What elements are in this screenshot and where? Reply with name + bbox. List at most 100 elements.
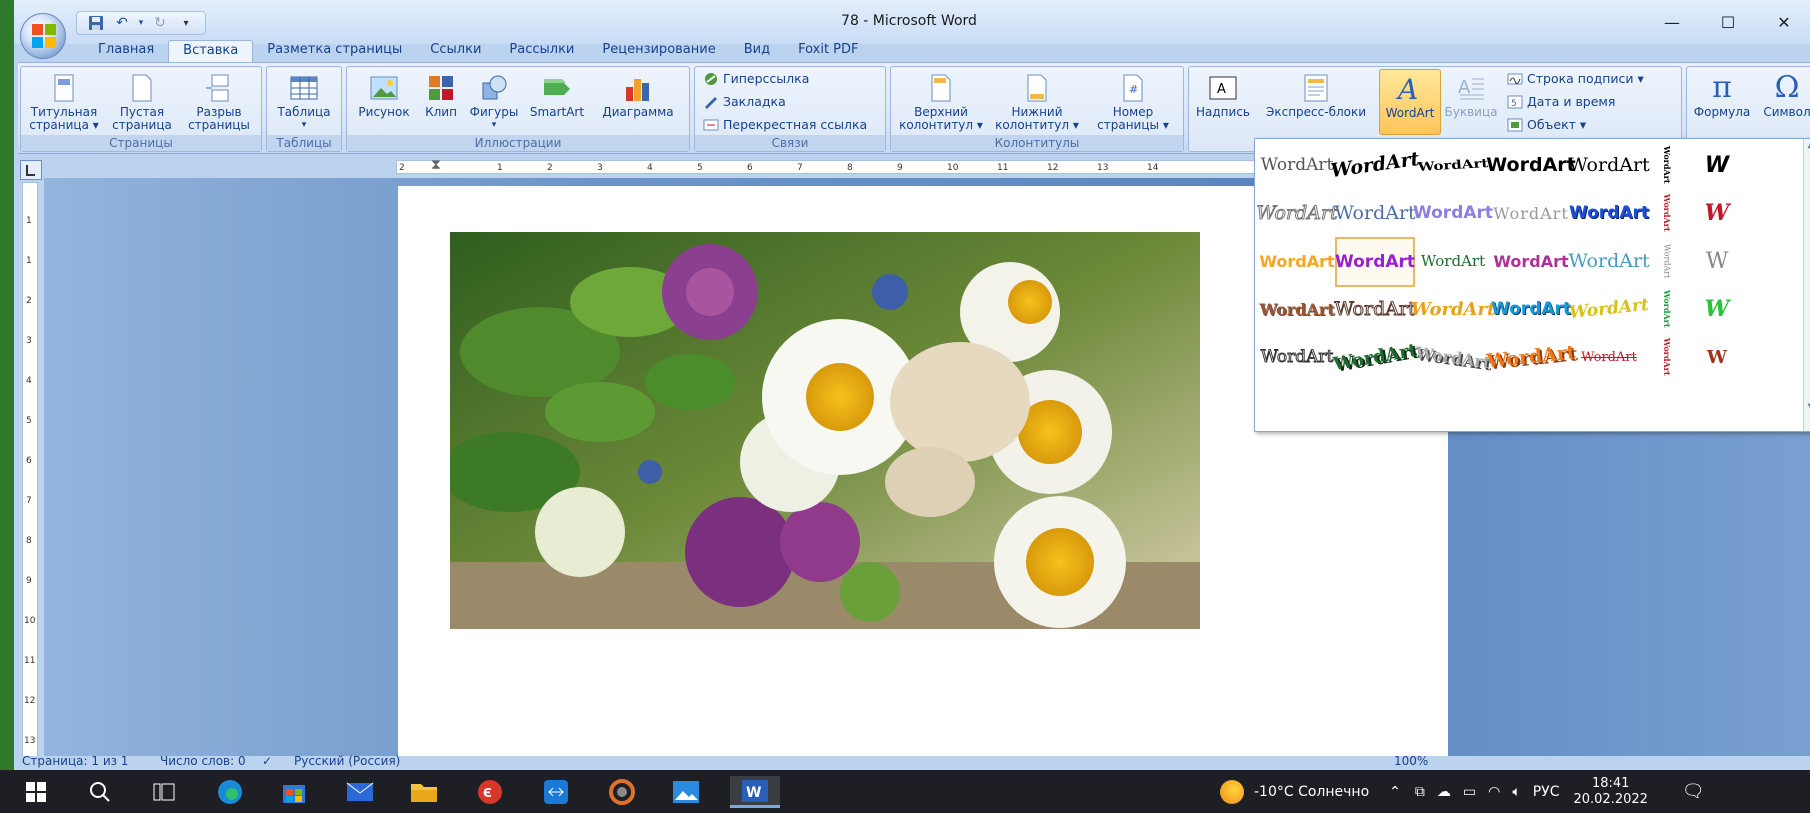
- wordart-style-3[interactable]: WordArt: [1414, 145, 1493, 184]
- wordart-style-31[interactable]: WordArt: [1412, 330, 1493, 384]
- battery-icon[interactable]: ▭: [1463, 784, 1476, 800]
- equation-button[interactable]: π Формула: [1689, 73, 1755, 119]
- wordart-style-13[interactable]: WordArt: [1647, 191, 1687, 235]
- network-adapter-icon[interactable]: ⧉: [1415, 784, 1425, 800]
- wordart-style-25[interactable]: WordArt: [1491, 287, 1571, 331]
- cross-reference-button[interactable]: Перекрестная ссылка: [703, 117, 867, 132]
- undo-dropdown-icon[interactable]: ▾: [137, 13, 145, 33]
- wordart-style-2[interactable]: WordArt: [1329, 138, 1420, 192]
- tab-page-layout[interactable]: Разметка страницы: [253, 40, 416, 62]
- date-time-button[interactable]: 5 Дата и время: [1507, 94, 1615, 109]
- blank-page-button[interactable]: Пустая страница: [107, 73, 177, 132]
- bookmark-button[interactable]: Закладка: [703, 94, 786, 109]
- word-count[interactable]: Число слов: 0: [160, 754, 246, 768]
- page-break-button[interactable]: Разрыв страницы: [181, 73, 257, 132]
- wordart-style-23[interactable]: WordArt: [1334, 287, 1416, 331]
- scroll-down-icon[interactable]: ▼: [1804, 402, 1810, 413]
- page-count[interactable]: Страница: 1 из 1: [22, 754, 128, 768]
- customize-qat-icon[interactable]: ▾: [175, 13, 197, 33]
- spellcheck-icon[interactable]: ✓: [262, 754, 272, 768]
- file-explorer-icon[interactable]: [406, 776, 442, 808]
- wordart-style-6[interactable]: WordArt: [1647, 143, 1687, 187]
- wordart-style-4[interactable]: WordArt: [1486, 143, 1575, 187]
- flower-bouquet-image[interactable]: [450, 232, 1200, 629]
- tab-review[interactable]: Рецензирование: [588, 40, 729, 62]
- wordart-style-28[interactable]: W: [1695, 287, 1739, 331]
- wordart-style-19[interactable]: WordArt: [1568, 239, 1649, 283]
- header-button[interactable]: Верхний колонтитул ▾: [893, 73, 989, 132]
- wordart-style-27[interactable]: WordArt: [1647, 287, 1687, 331]
- photos-icon[interactable]: [668, 776, 704, 808]
- word-taskbar-icon[interactable]: W: [730, 776, 780, 808]
- smartart-button[interactable]: SmartArt: [525, 73, 589, 119]
- edge-browser-icon[interactable]: [212, 776, 248, 808]
- wordart-style-9[interactable]: WordArt: [1334, 191, 1415, 235]
- mail-icon[interactable]: [342, 776, 378, 808]
- tab-insert[interactable]: Вставка: [168, 40, 254, 62]
- signature-line-button[interactable]: Строка подписи ▾: [1507, 71, 1644, 86]
- gallery-scrollbar[interactable]: ▲ ▼: [1803, 139, 1810, 431]
- wordart-style-29[interactable]: WordArt: [1259, 335, 1335, 379]
- vertical-ruler[interactable]: 1 1 2 3 4 5 6 7 8 9 10 11 12 13: [22, 182, 38, 757]
- onedrive-cloud-icon[interactable]: ☁: [1437, 784, 1451, 800]
- wordart-style-35[interactable]: W: [1695, 335, 1739, 379]
- scroll-up-icon[interactable]: ▲: [1804, 139, 1810, 150]
- wordart-style-24[interactable]: WordArt: [1411, 287, 1496, 331]
- picture-button[interactable]: Рисунок: [351, 73, 417, 119]
- language-indicator[interactable]: Русский (Россия): [294, 754, 400, 768]
- redo-icon[interactable]: ↻: [149, 13, 171, 33]
- wordart-style-10[interactable]: WordArt: [1413, 191, 1493, 235]
- store-icon[interactable]: [276, 776, 312, 808]
- tab-references[interactable]: Ссылки: [416, 40, 495, 62]
- wordart-style-14[interactable]: W: [1695, 191, 1739, 235]
- app-icon[interactable]: Є: [472, 776, 508, 808]
- footer-button[interactable]: Нижний колонтитул ▾: [989, 73, 1085, 132]
- tab-home[interactable]: Главная: [84, 40, 168, 62]
- wordart-style-17[interactable]: WordArt: [1415, 239, 1491, 283]
- tab-mailings[interactable]: Рассылки: [495, 40, 588, 62]
- cover-page-button[interactable]: Титульная страница ▾: [25, 73, 103, 132]
- wordart-style-15[interactable]: WordArt: [1259, 239, 1335, 283]
- office-button[interactable]: [20, 13, 66, 59]
- tab-selector[interactable]: [20, 160, 42, 180]
- wordart-style-21[interactable]: W: [1695, 239, 1739, 283]
- wordart-style-30[interactable]: WordArt: [1332, 329, 1419, 386]
- wordart-style-12[interactable]: WordArt: [1569, 191, 1649, 235]
- hyperlink-button[interactable]: Гиперссылка: [703, 71, 809, 86]
- shapes-button[interactable]: Фигуры ▾: [465, 73, 523, 132]
- table-button[interactable]: Таблица ▾: [271, 73, 337, 132]
- wordart-style-5[interactable]: WordArt: [1568, 143, 1649, 187]
- wifi-icon[interactable]: ◠: [1488, 784, 1500, 800]
- teamviewer-icon[interactable]: [538, 776, 574, 808]
- wordart-style-20[interactable]: WordArt: [1647, 239, 1687, 283]
- tab-view[interactable]: Вид: [730, 40, 784, 62]
- tab-foxit-pdf[interactable]: Foxit PDF: [784, 40, 872, 62]
- search-icon[interactable]: [82, 776, 118, 808]
- chart-button[interactable]: Диаграмма: [591, 73, 685, 119]
- task-view-icon[interactable]: [146, 776, 182, 808]
- close-button[interactable]: ✕: [1756, 8, 1810, 36]
- wordart-button[interactable]: A WordArt: [1379, 69, 1441, 135]
- weather-text[interactable]: -10°C Солнечно: [1254, 784, 1369, 800]
- wordart-style-7[interactable]: W: [1695, 143, 1739, 187]
- notification-icon[interactable]: 🗨︎: [1682, 781, 1705, 802]
- chevron-up-icon[interactable]: ⌃: [1389, 784, 1401, 800]
- wordart-style-22[interactable]: WordArt: [1259, 287, 1335, 331]
- wordart-style-32[interactable]: WordArt: [1485, 331, 1576, 383]
- clock[interactable]: 18:41 20.02.2022: [1573, 776, 1647, 808]
- wordart-style-26[interactable]: WordArt: [1568, 283, 1650, 335]
- windows-start-icon[interactable]: [18, 776, 54, 808]
- horizontal-ruler[interactable]: 2 ⧗ 1 2 3 4 5 6 7 8 9 10 11 12 13 14: [396, 157, 1296, 174]
- indent-marker[interactable]: ⧗: [431, 157, 441, 173]
- minimize-button[interactable]: —: [1644, 8, 1700, 36]
- wordart-style-16[interactable]: WordArt: [1335, 237, 1415, 287]
- clip-art-button[interactable]: Клип: [419, 73, 463, 119]
- wordart-style-1[interactable]: WordArt: [1259, 143, 1335, 187]
- symbol-button[interactable]: Ω Символ: [1755, 73, 1810, 119]
- weather-icon[interactable]: [1220, 779, 1244, 804]
- zoom-level[interactable]: 100%: [1394, 754, 1428, 768]
- wordart-style-8[interactable]: WordArt: [1256, 191, 1338, 235]
- wordart-style-34[interactable]: WordArt: [1647, 335, 1687, 379]
- drop-cap-button[interactable]: A Буквица: [1443, 73, 1499, 119]
- capture-tool-icon[interactable]: [604, 776, 640, 808]
